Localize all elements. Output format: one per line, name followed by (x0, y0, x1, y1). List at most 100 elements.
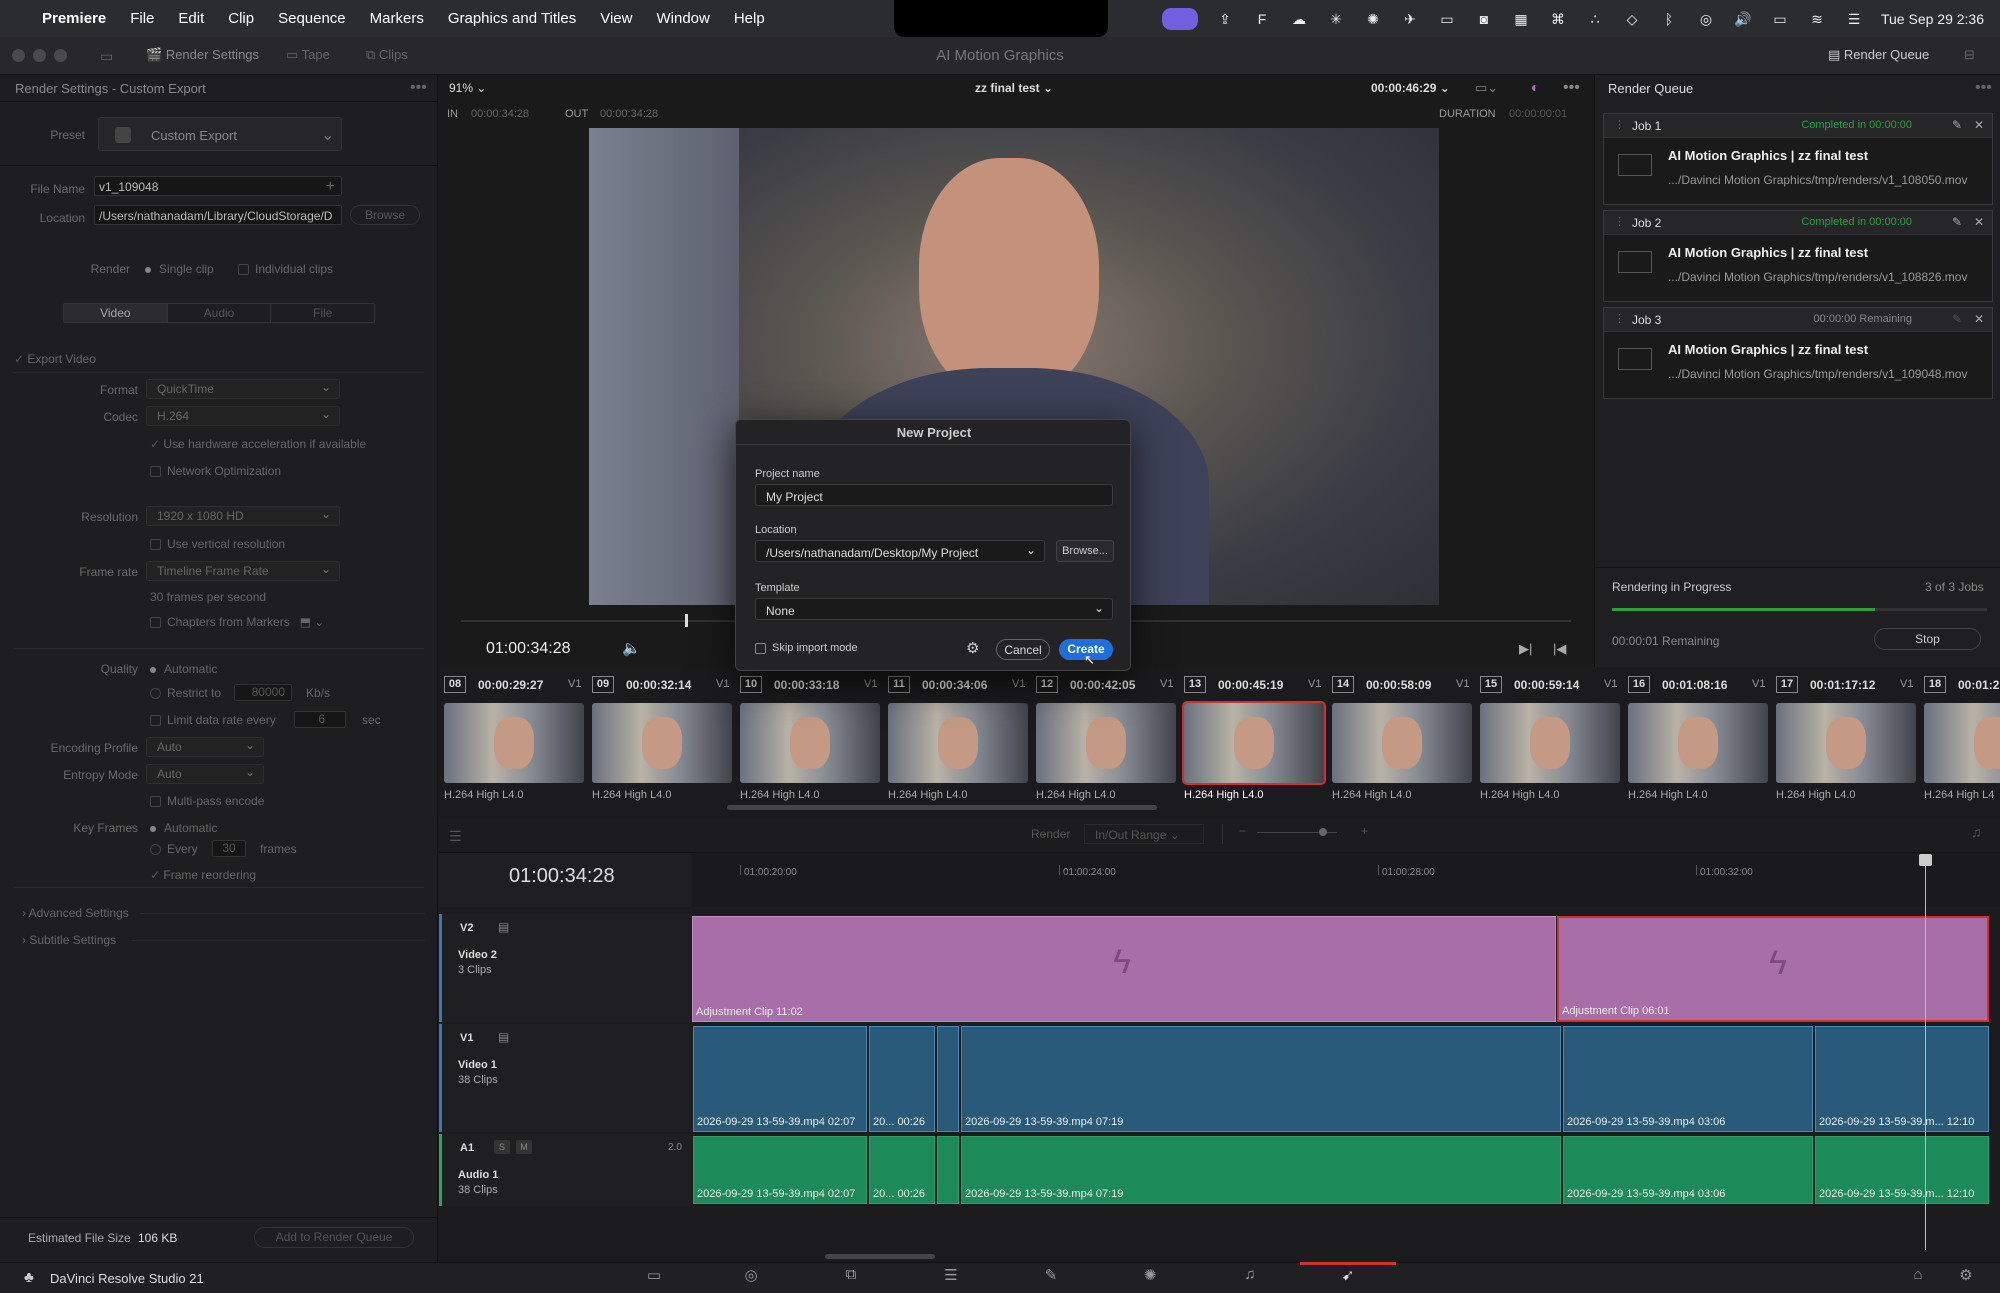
clip-thumbnail[interactable] (1036, 703, 1176, 783)
limit-rate-checkbox[interactable]: Limit data rate every (150, 713, 276, 727)
screen-record-icon[interactable] (1161, 7, 1198, 30)
timeline-dropdown[interactable]: zz final test ⌄ (975, 81, 1053, 95)
close-icon[interactable]: ✕ (1974, 118, 1984, 132)
speaker-icon[interactable]: 🔈 (622, 639, 641, 657)
flower-icon[interactable]: ✺ (1363, 11, 1383, 27)
music-icon[interactable]: ♫ (1971, 824, 1982, 840)
app-menu[interactable]: Premiere (42, 10, 106, 27)
skip-import-checkbox[interactable]: Skip import mode (755, 642, 858, 654)
more-options-icon[interactable]: ••• (410, 79, 427, 97)
tab-audio[interactable]: Audio (166, 304, 271, 322)
render-job-2[interactable]: Job 2 ⋮ Completed in 00:00:00 ✎ ✕ AI Mot… (1603, 210, 1993, 302)
restrict-radio[interactable]: Restrict to (150, 686, 221, 700)
every-radio[interactable]: Every (150, 842, 198, 856)
bluetooth-icon[interactable]: ᛒ (1659, 11, 1679, 27)
render-job-1[interactable]: Job 1 ⋮ Completed in 00:00:00 ✎ ✕ AI Mot… (1603, 113, 1993, 205)
kf-auto-radio[interactable]: Automatic (150, 821, 217, 835)
clip-thumbnail[interactable] (1480, 703, 1620, 783)
edit-icon[interactable]: ✎ (1952, 312, 1962, 326)
playhead[interactable] (1925, 858, 1926, 1250)
media-page-icon[interactable]: ▭ (644, 1266, 664, 1288)
cut-page-icon[interactable]: ◎ (741, 1266, 761, 1288)
track-header-v2[interactable]: V2 ▤ Video 2 3 Clips (439, 914, 691, 1022)
volume-icon[interactable]: 🔊 (1733, 11, 1753, 27)
render-job-3[interactable]: Job 3 ⋮ 00:00:00 Remaining ✎ ✕ AI Motion… (1603, 307, 1993, 399)
add-icon[interactable]: + (326, 178, 335, 196)
capture-icon[interactable]: ◙ (1474, 11, 1494, 27)
restrict-input[interactable]: 80000 (234, 684, 292, 701)
resolution-dropdown[interactable]: 1920 x 1080 HD (146, 506, 340, 526)
frame-reorder-checkbox[interactable]: ✓ Frame reordering (150, 868, 256, 882)
film-track-icon[interactable]: ▤ (498, 920, 509, 934)
audio-clip[interactable]: 2026-09-29 13-59-39.m... 12:10 (1815, 1136, 1989, 1204)
project-name-input[interactable]: My Project (755, 484, 1113, 506)
queue-more-icon[interactable]: ••• (1975, 79, 1992, 97)
tab-video[interactable]: Video (64, 304, 167, 322)
viewer-options-icon[interactable]: ▭⌄ (1475, 80, 1498, 96)
subtitle-settings-toggle[interactable]: › Subtitle Settings (22, 933, 116, 947)
limit-rate-input[interactable]: 6 (294, 711, 346, 728)
quality-auto-radio[interactable]: Automatic (150, 662, 217, 676)
video-clip[interactable]: 2026-09-29 13-59-39.mp4 03:06 (1563, 1026, 1813, 1132)
frame-rate-dropdown[interactable]: Timeline Frame Rate (146, 561, 340, 581)
menu-file[interactable]: File (130, 10, 154, 27)
vertical-res-checkbox[interactable]: Use vertical resolution (150, 537, 285, 551)
chapters-checkbox[interactable]: Chapters from Markers ⬒ ⌄ (150, 615, 324, 629)
zoom-slider-handle[interactable] (1319, 828, 1327, 836)
clip-thumbnail[interactable] (888, 703, 1028, 783)
menu-markers[interactable]: Markers (370, 10, 424, 27)
menu-sequence[interactable]: Sequence (278, 10, 346, 27)
entropy-dropdown[interactable]: Auto (146, 764, 264, 784)
add-to-render-queue-button[interactable]: Add to Render Queue (254, 1227, 414, 1248)
home-icon[interactable]: ⌂ (1908, 1266, 1928, 1288)
menu-window[interactable]: Window (656, 10, 709, 27)
next-frame-icon[interactable]: ▶| (1519, 641, 1532, 657)
close-icon[interactable]: ✕ (1974, 215, 1984, 229)
deliver-page-icon[interactable]: ➹ (1338, 1266, 1358, 1288)
menu-view[interactable]: View (600, 10, 632, 27)
solo-button[interactable]: S (494, 1140, 510, 1154)
every-input[interactable]: 30 (212, 840, 246, 857)
clock[interactable]: Tue Sep 29 2:36 (1881, 11, 1984, 27)
close-icon[interactable]: ✕ (1974, 312, 1984, 326)
control-center-icon[interactable]: ☰ (1844, 11, 1864, 27)
audio-clip[interactable]: 20... 00:26 (869, 1136, 935, 1204)
clip-thumbnail[interactable] (1628, 703, 1768, 783)
clip-thumbnail[interactable] (1924, 703, 2000, 783)
zoom-in-icon[interactable]: + (1361, 824, 1368, 838)
cloud-icon[interactable]: ☁ (1289, 11, 1309, 27)
time-ruler[interactable]: 01:00:20:00 01:00:24:00 01:00:28:00 01:0… (692, 853, 2000, 907)
audio-clip[interactable]: 2026-09-29 13-59-39.mp4 03:06 (1563, 1136, 1813, 1204)
drag-handle-icon[interactable]: ⋮ (1614, 118, 1625, 131)
mute-button[interactable]: M (516, 1140, 532, 1154)
clip-thumbnail[interactable] (1332, 703, 1472, 783)
playhead-handle[interactable] (1919, 854, 1932, 866)
individual-clips-radio[interactable]: Individual clips (238, 262, 333, 276)
fairlight-page-icon[interactable]: ✺ (1140, 1266, 1160, 1288)
audio-clip[interactable] (937, 1136, 959, 1204)
edit-icon[interactable]: ✎ (1952, 118, 1962, 132)
file-name-input[interactable]: v1_109048 + (94, 176, 342, 196)
color-icon[interactable]: ◐ (1531, 79, 1539, 95)
video-clip[interactable]: 2026-09-29 13-59-39.m... 12:10 (1815, 1026, 1989, 1132)
video-clip[interactable]: 2026-09-29 13-59-39.mp4 07:19 (961, 1026, 1561, 1132)
link-icon[interactable]: ⌘ (1548, 11, 1568, 27)
gear-icon[interactable]: ⚙ (966, 639, 979, 657)
render-range-dropdown[interactable]: In/Out Range ⌄ (1084, 824, 1204, 844)
menu-help[interactable]: Help (734, 10, 765, 27)
location-input[interactable]: /Users/nathanadam/Library/CloudStorage/D (94, 205, 342, 225)
dialog-browse-button[interactable]: Browse... (1056, 540, 1114, 562)
codec-dropdown[interactable]: H.264 (146, 406, 340, 426)
plane-icon[interactable]: ✈ (1400, 11, 1420, 27)
track-header-a1[interactable]: A1 S M 2.0 Audio 1 38 Clips (439, 1134, 691, 1206)
drag-handle-icon[interactable]: ⋮ (1614, 312, 1625, 325)
share-icon[interactable]: ⇪ (1215, 11, 1235, 27)
video-clip[interactable]: 2026-09-29 13-59-39.mp4 02:07 (693, 1026, 867, 1132)
location-dropdown[interactable]: /Users/nathanadam/Desktop/My Project ⌄ (755, 540, 1045, 562)
template-dropdown[interactable]: None ⌄ (755, 598, 1113, 620)
adjustment-clip-1[interactable]: ϟ Adjustment Clip 11:02 (692, 916, 1556, 1022)
collapse-icon[interactable]: ⊟ (1964, 47, 1975, 63)
render-queue-tab[interactable]: ▤ Render Queue (1828, 47, 1929, 63)
format-dropdown[interactable]: QuickTime (146, 379, 340, 399)
browse-button[interactable]: Browse (350, 205, 420, 225)
